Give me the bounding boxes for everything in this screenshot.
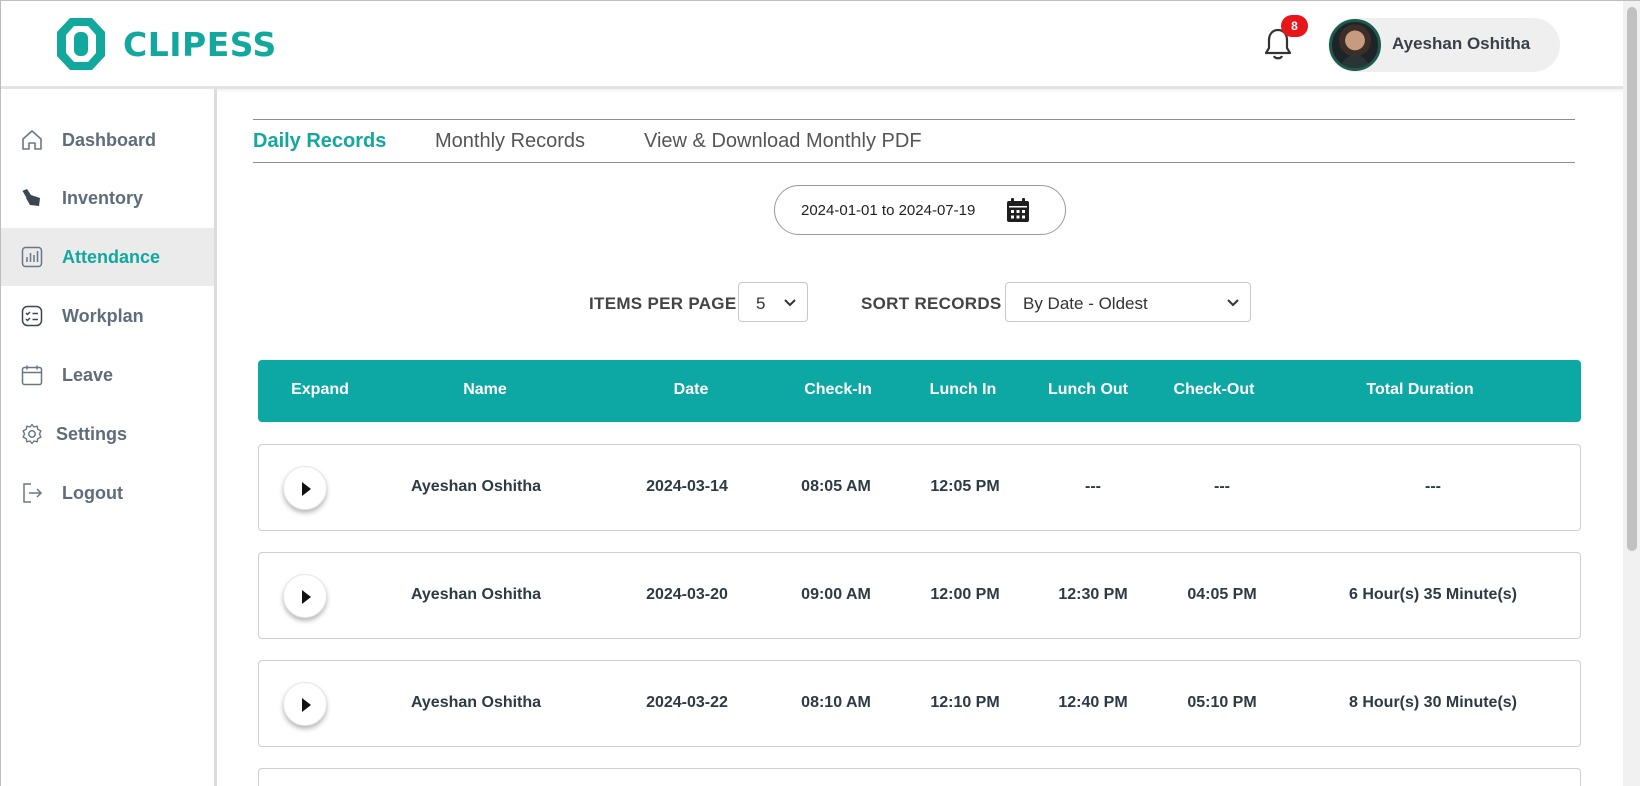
sidebar-item-label: Workplan: [62, 305, 144, 326]
cell-check-out: 04:05 PM: [1187, 586, 1257, 603]
top-header: CLIPESS 8 Ayeshan Oshitha: [1, 1, 1623, 89]
sidebar-item-leave[interactable]: Leave: [1, 346, 214, 404]
logout-icon: [23, 483, 43, 503]
tab-daily-records[interactable]: Daily Records: [253, 130, 386, 153]
play-icon: [302, 590, 311, 604]
chevron-down-icon: [1227, 299, 1239, 307]
expand-row-button[interactable]: [283, 682, 327, 726]
table-row: [258, 768, 1581, 786]
date-range-value: 2024-01-01 to 2024-07-19: [801, 202, 976, 219]
cell-check-in: 08:10 AM: [801, 694, 871, 711]
chart-icon: [21, 246, 43, 268]
sidebar-item-label: Inventory: [62, 187, 144, 208]
app-window: CLIPESS 8 Ayeshan Oshitha Dashboard Inve…: [0, 0, 1640, 786]
play-icon: [302, 698, 311, 712]
user-name[interactable]: Ayeshan Oshitha: [1392, 34, 1530, 54]
cell-name: Ayeshan Oshitha: [410, 478, 542, 495]
cell-check-out: ---: [1214, 478, 1230, 495]
cell-lunch-in: 12:00 PM: [930, 586, 1000, 603]
avatar[interactable]: [1329, 19, 1381, 71]
page-scrollbar[interactable]: [1623, 1, 1640, 786]
sidebar: Dashboard Inventory Attendance Workplan …: [1, 89, 217, 786]
calendar-icon: [21, 365, 43, 386]
brand-logo[interactable]: CLIPESS: [55, 16, 277, 72]
sidebar-item-dashboard[interactable]: Dashboard: [1, 111, 214, 169]
sidebar-item-label: Settings: [56, 423, 128, 444]
table-row: Ayeshan Oshitha 2024-03-20 09:00 AM 12:0…: [258, 552, 1581, 639]
scrollbar-thumb[interactable]: [1627, 7, 1637, 551]
table-row: Ayeshan Oshitha 2024-03-22 08:10 AM 12:1…: [258, 660, 1581, 747]
sidebar-item-attendance[interactable]: Attendance: [1, 228, 214, 286]
sidebar-item-logout[interactable]: Logout: [1, 464, 214, 522]
cell-lunch-in: 12:05 PM: [930, 478, 1000, 495]
table-row: Ayeshan Oshitha 2024-03-14 08:05 AM 12:0…: [258, 444, 1581, 531]
sort-records-select[interactable]: By Date - Oldest: [1005, 282, 1251, 322]
column-header-date: Date: [673, 381, 709, 398]
cell-lunch-out: 12:40 PM: [1058, 694, 1128, 711]
calendar-icon[interactable]: [1005, 197, 1031, 224]
cell-total-duration: ---: [1425, 478, 1441, 495]
date-range-picker[interactable]: 2024-01-01 to 2024-07-19: [774, 185, 1066, 235]
cell-total-duration: 6 Hour(s) 35 Minute(s): [1348, 586, 1518, 603]
checklist-icon: [21, 305, 43, 327]
column-header-expand: Expand: [291, 381, 349, 398]
cell-check-out: 05:10 PM: [1187, 694, 1257, 711]
cell-name: Ayeshan Oshitha: [410, 586, 542, 603]
sort-records-value: By Date - Oldest: [1023, 294, 1148, 313]
table-header: Expand Name Date Check-In Lunch In Lunch…: [258, 360, 1581, 422]
sidebar-item-label: Attendance: [62, 246, 161, 267]
column-header-name: Name: [463, 381, 507, 398]
tab-monthly-records[interactable]: Monthly Records: [435, 130, 585, 153]
column-header-total-duration: Total Duration: [1366, 381, 1474, 398]
notification-badge: 8: [1281, 15, 1308, 37]
column-header-lunch-in: Lunch In: [929, 381, 997, 398]
play-icon: [302, 482, 311, 496]
items-per-page-label: ITEMS PER PAGE: [589, 294, 737, 313]
cell-date: 2024-03-22: [646, 694, 728, 711]
cell-check-in: 08:05 AM: [801, 478, 871, 495]
box-icon: [21, 189, 40, 206]
chevron-down-icon: [784, 299, 796, 307]
cell-lunch-out: ---: [1085, 478, 1101, 495]
cell-total-duration: 8 Hour(s) 30 Minute(s): [1348, 694, 1518, 711]
sidebar-item-label: Leave: [62, 364, 114, 385]
items-per-page-select[interactable]: 5: [738, 282, 808, 322]
sidebar-item-label: Logout: [62, 482, 123, 503]
brand-name: CLIPESS: [123, 24, 277, 64]
items-per-page-value: 5: [756, 294, 766, 313]
logo-icon: [57, 18, 105, 70]
cell-date: 2024-03-14: [646, 478, 728, 495]
expand-row-button[interactable]: [283, 574, 327, 618]
sidebar-item-workplan[interactable]: Workplan: [1, 287, 214, 345]
records-tabs: Daily Records Monthly Records View & Dow…: [253, 119, 1575, 163]
cell-name: Ayeshan Oshitha: [410, 694, 542, 711]
expand-row-button[interactable]: [283, 466, 327, 510]
sidebar-item-settings[interactable]: Settings: [1, 405, 214, 463]
cell-check-in: 09:00 AM: [801, 586, 871, 603]
gear-icon: [22, 423, 42, 445]
column-header-lunch-out: Lunch Out: [1048, 381, 1128, 398]
sort-records-label: SORT RECORDS: [861, 294, 1002, 313]
cell-lunch-in: 12:10 PM: [930, 694, 1000, 711]
column-header-check-in: Check-In: [804, 381, 872, 398]
cell-date: 2024-03-20: [646, 586, 728, 603]
sidebar-item-inventory[interactable]: Inventory: [1, 169, 214, 227]
sidebar-item-label: Dashboard: [62, 129, 157, 150]
tab-monthly-pdf[interactable]: View & Download Monthly PDF: [644, 130, 922, 153]
column-header-check-out: Check-Out: [1173, 381, 1255, 398]
cell-lunch-out: 12:30 PM: [1058, 586, 1128, 603]
home-icon: [22, 130, 42, 150]
